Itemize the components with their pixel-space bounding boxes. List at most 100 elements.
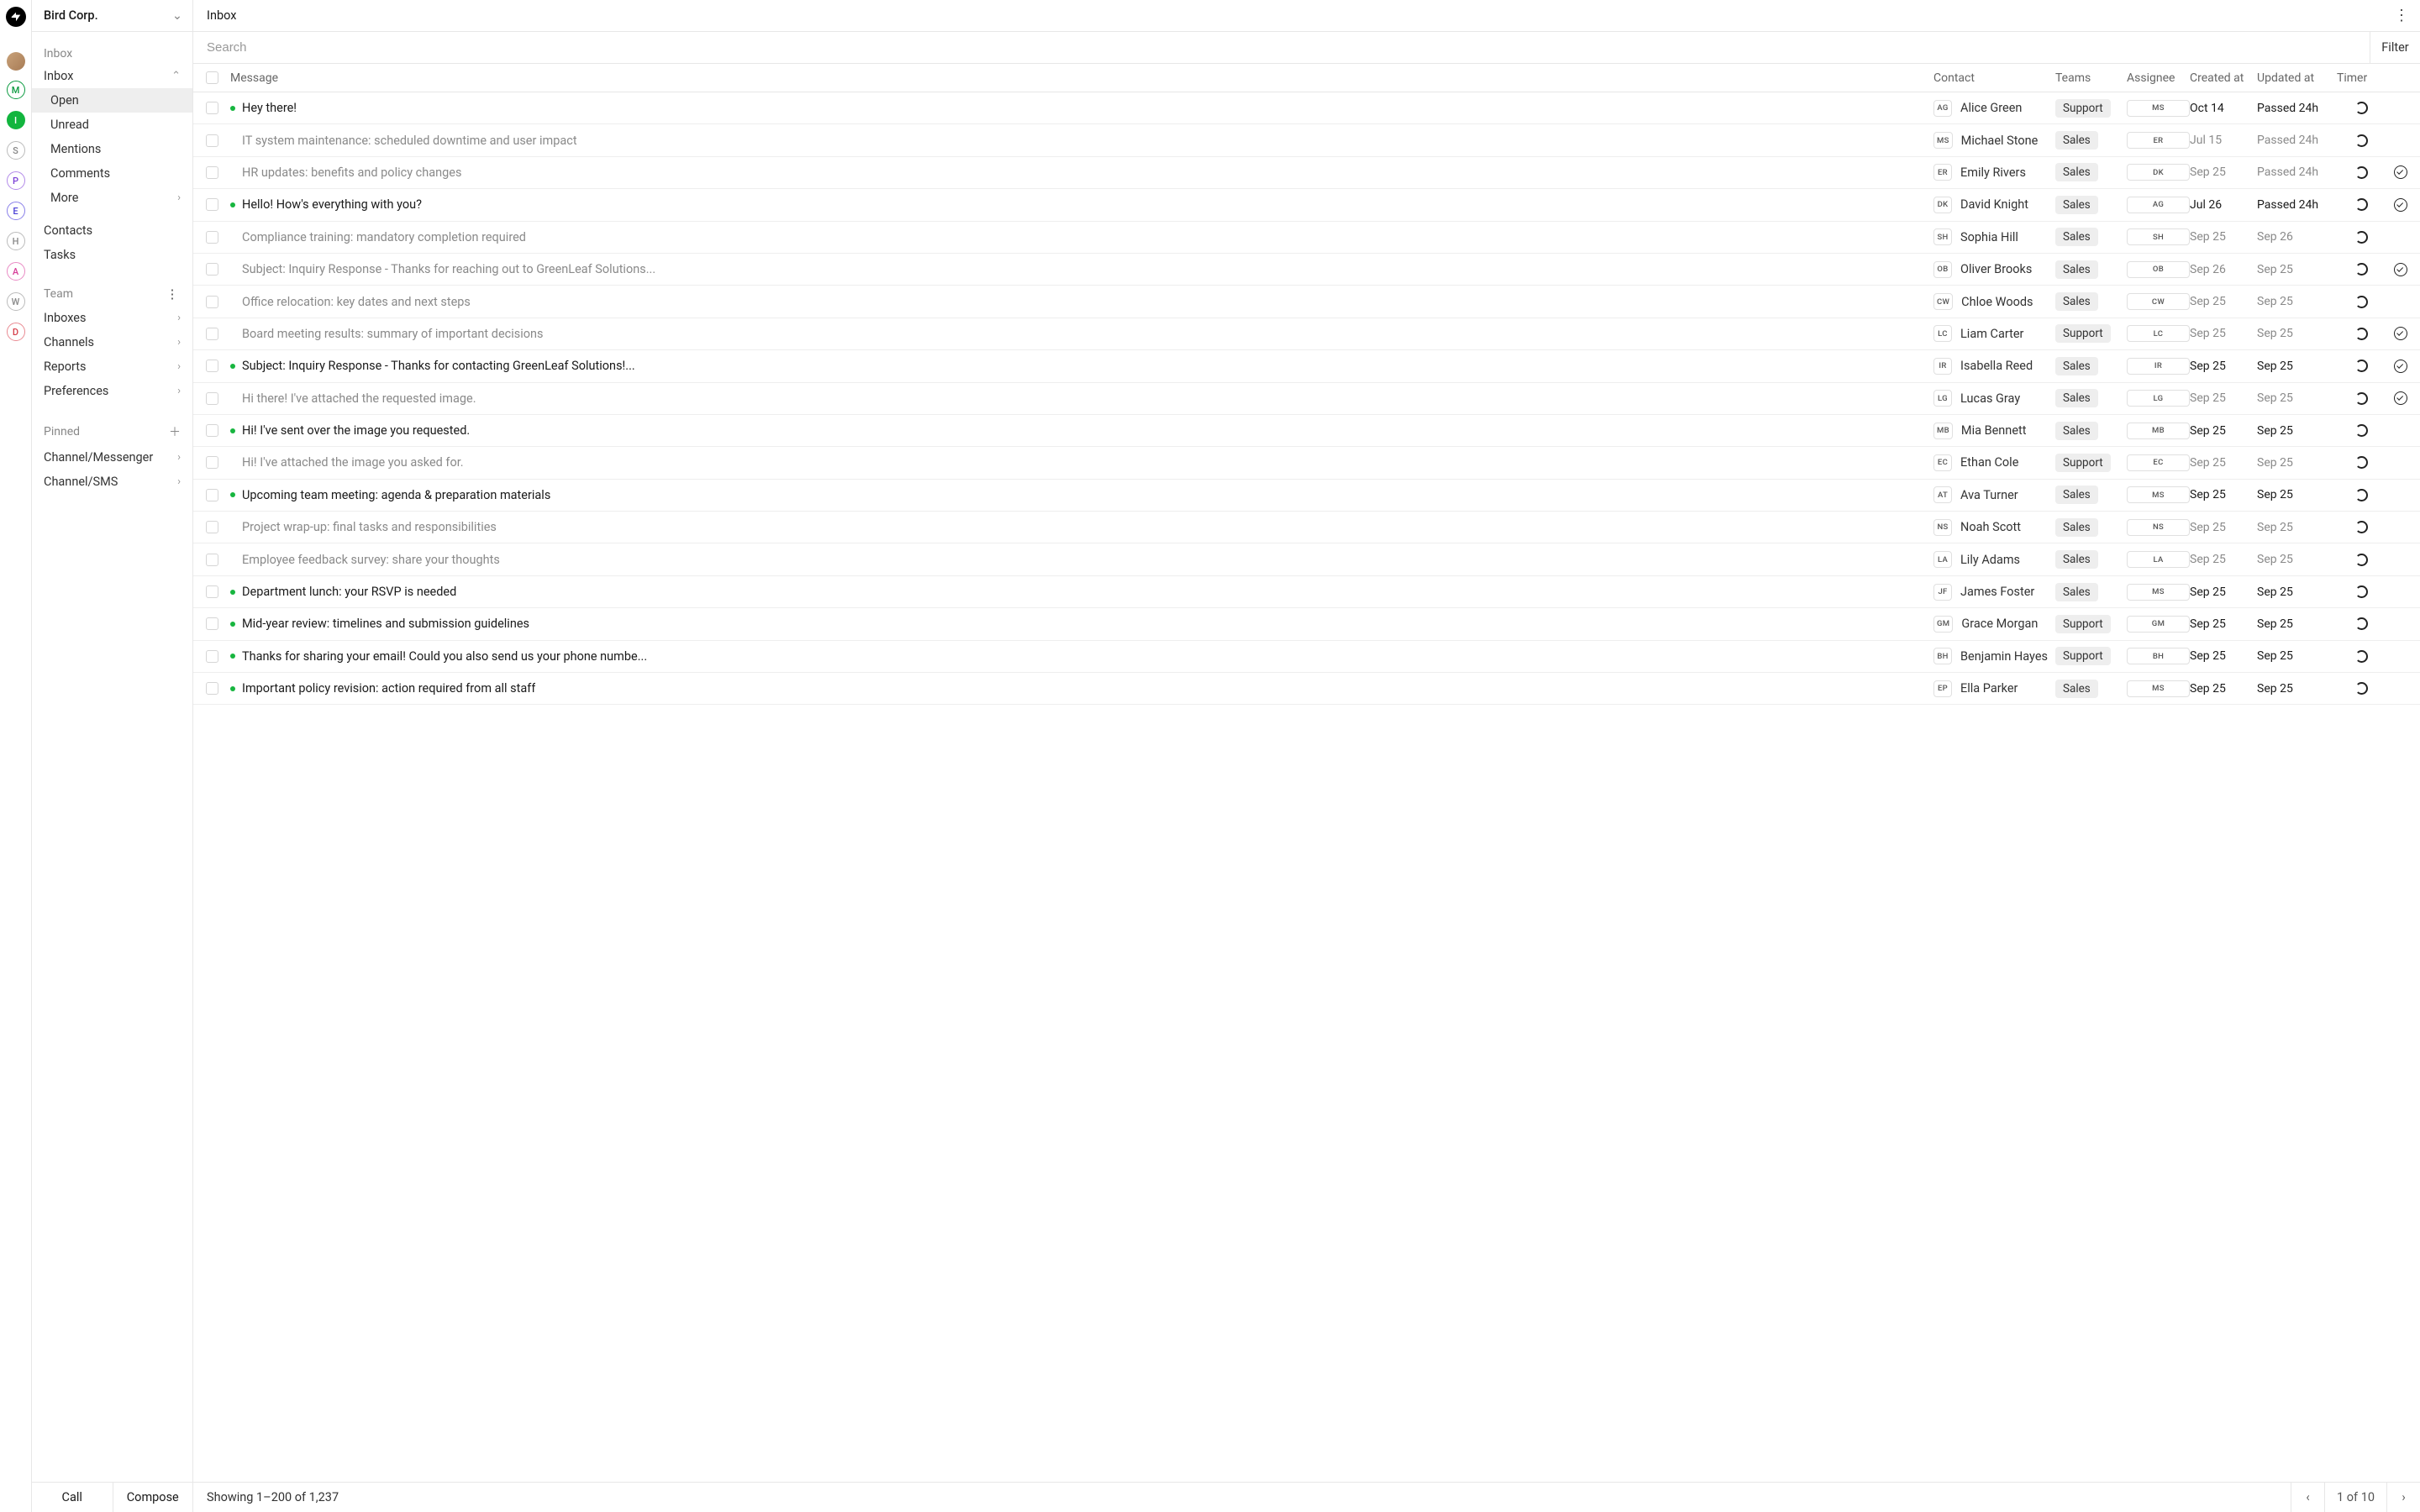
- add-pinned-icon[interactable]: ＋: [169, 423, 181, 440]
- table-row[interactable]: Thanks for sharing your email! Could you…: [193, 641, 2420, 673]
- row-checkbox[interactable]: [206, 231, 218, 244]
- col-message[interactable]: Message: [230, 71, 1933, 85]
- sidebar-item-tasks[interactable]: Tasks: [32, 243, 192, 267]
- next-page-button[interactable]: ›: [2386, 1483, 2420, 1512]
- workspace-badge[interactable]: E: [7, 202, 25, 220]
- row-checkbox[interactable]: [206, 456, 218, 469]
- sidebar-item-preferences[interactable]: Preferences ›: [32, 379, 192, 403]
- sidebar-item-contacts[interactable]: Contacts: [32, 218, 192, 243]
- app-logo[interactable]: [6, 7, 26, 27]
- table-row[interactable]: Hello! How's everything with you?DKDavid…: [193, 189, 2420, 221]
- message-subject: Board meeting results: summary of import…: [242, 327, 544, 341]
- timer-spinner-icon: [2355, 392, 2368, 405]
- created-at: Sep 25: [2190, 391, 2257, 405]
- row-checkbox[interactable]: [206, 424, 218, 437]
- avatar[interactable]: [7, 52, 25, 71]
- page-indicator: 1 of 10: [2324, 1483, 2386, 1512]
- sidebar-item-mentions[interactable]: Mentions: [32, 137, 192, 161]
- created-at: Sep 25: [2190, 230, 2257, 244]
- row-checkbox[interactable]: [206, 489, 218, 501]
- unread-dot-icon: [230, 428, 235, 433]
- sidebar-item-more[interactable]: More ›: [32, 186, 192, 210]
- table-row[interactable]: IT system maintenance: scheduled downtim…: [193, 124, 2420, 156]
- row-checkbox[interactable]: [206, 102, 218, 114]
- message-subject: Upcoming team meeting: agenda & preparat…: [242, 488, 550, 502]
- row-checkbox[interactable]: [206, 682, 218, 695]
- workspace-badge[interactable]: S: [7, 141, 25, 160]
- timer-spinner-icon: [2355, 263, 2368, 276]
- workspace-badge[interactable]: P: [7, 171, 25, 190]
- org-name: Bird Corp.: [44, 8, 98, 23]
- row-checkbox[interactable]: [206, 554, 218, 566]
- col-contact[interactable]: Contact: [1933, 71, 2055, 85]
- contact-initials: OB: [1933, 261, 1952, 278]
- org-switcher[interactable]: Bird Corp. ⌄: [32, 0, 193, 32]
- sidebar-item-pinned-messenger[interactable]: Channel/Messenger ›: [32, 445, 192, 470]
- row-checkbox[interactable]: [206, 585, 218, 598]
- row-checkbox[interactable]: [206, 198, 218, 211]
- col-assignee[interactable]: Assignee: [2127, 71, 2190, 85]
- table-row[interactable]: Important policy revision: action requir…: [193, 673, 2420, 705]
- col-teams[interactable]: Teams: [2055, 71, 2127, 85]
- col-timer[interactable]: Timer: [2337, 71, 2386, 85]
- table-row[interactable]: Department lunch: your RSVP is neededJFJ…: [193, 576, 2420, 608]
- workspace-badge[interactable]: W: [7, 292, 25, 311]
- message-subject: Compliance training: mandatory completio…: [242, 230, 526, 244]
- row-checkbox[interactable]: [206, 166, 218, 179]
- row-checkbox[interactable]: [206, 392, 218, 405]
- unread-dot-icon: [230, 202, 235, 207]
- table-row[interactable]: Hi there! I've attached the requested im…: [193, 383, 2420, 415]
- workspace-badge[interactable]: H: [7, 232, 25, 250]
- sidebar-item-open[interactable]: Open: [32, 88, 192, 113]
- sidebar-item-inbox[interactable]: Inbox ⌃: [32, 64, 192, 88]
- message-subject: Subject: Inquiry Response - Thanks for c…: [242, 359, 635, 373]
- col-created[interactable]: Created at: [2190, 71, 2257, 85]
- sidebar-item-pinned-sms[interactable]: Channel/SMS ›: [32, 470, 192, 494]
- table-row[interactable]: Project wrap-up: final tasks and respons…: [193, 512, 2420, 543]
- select-all-checkbox[interactable]: [206, 71, 218, 84]
- table-row[interactable]: Office relocation: key dates and next st…: [193, 286, 2420, 318]
- table-row[interactable]: Board meeting results: summary of import…: [193, 318, 2420, 350]
- compose-button[interactable]: Compose: [113, 1483, 193, 1512]
- table-row[interactable]: Hi! I've attached the image you asked fo…: [193, 447, 2420, 479]
- call-button[interactable]: Call: [32, 1483, 113, 1512]
- table-row[interactable]: Compliance training: mandatory completio…: [193, 222, 2420, 254]
- row-checkbox[interactable]: [206, 134, 218, 147]
- sidebar-item-reports[interactable]: Reports ›: [32, 354, 192, 379]
- table-row[interactable]: Employee feedback survey: share your tho…: [193, 543, 2420, 575]
- sidebar-item-comments[interactable]: Comments: [32, 161, 192, 186]
- sidebar-item-channels[interactable]: Channels ›: [32, 330, 192, 354]
- created-at: Sep 25: [2190, 165, 2257, 179]
- created-at: Sep 25: [2190, 424, 2257, 438]
- sidebar-item-inboxes[interactable]: Inboxes ›: [32, 306, 192, 330]
- created-at: Sep 25: [2190, 617, 2257, 631]
- row-checkbox[interactable]: [206, 328, 218, 340]
- sidebar-item-unread[interactable]: Unread: [32, 113, 192, 137]
- table-row[interactable]: Upcoming team meeting: agenda & preparat…: [193, 480, 2420, 512]
- workspace-badge[interactable]: D: [7, 323, 25, 341]
- table-row[interactable]: Mid-year review: timelines and submissio…: [193, 608, 2420, 640]
- kebab-menu-icon[interactable]: ⋮: [2393, 12, 2410, 20]
- col-updated[interactable]: Updated at: [2257, 71, 2337, 85]
- row-checkbox[interactable]: [206, 263, 218, 276]
- workspace-badge[interactable]: I: [7, 111, 25, 129]
- row-checkbox[interactable]: [206, 617, 218, 630]
- workspace-badge[interactable]: A: [7, 262, 25, 281]
- timer-spinner-icon: [2355, 617, 2368, 630]
- table-row[interactable]: HR updates: benefits and policy changesE…: [193, 157, 2420, 189]
- table-row[interactable]: Hi! I've sent over the image you request…: [193, 415, 2420, 447]
- done-check-icon: [2394, 327, 2407, 340]
- table-row[interactable]: Subject: Inquiry Response - Thanks for r…: [193, 254, 2420, 286]
- table-row[interactable]: Subject: Inquiry Response - Thanks for c…: [193, 350, 2420, 382]
- search-input[interactable]: [193, 32, 2370, 63]
- row-checkbox[interactable]: [206, 521, 218, 533]
- prev-page-button[interactable]: ‹: [2291, 1483, 2324, 1512]
- workspace-badge[interactable]: M: [7, 81, 25, 99]
- row-checkbox[interactable]: [206, 296, 218, 308]
- row-checkbox[interactable]: [206, 360, 218, 372]
- table-row[interactable]: Hey there!AGAlice GreenSupportMSOct 14Pa…: [193, 92, 2420, 124]
- team-kebab-icon[interactable]: ⋮: [164, 290, 181, 298]
- assignee-initials: IR: [2127, 358, 2190, 375]
- filter-button[interactable]: Filter: [2370, 32, 2420, 63]
- row-checkbox[interactable]: [206, 650, 218, 663]
